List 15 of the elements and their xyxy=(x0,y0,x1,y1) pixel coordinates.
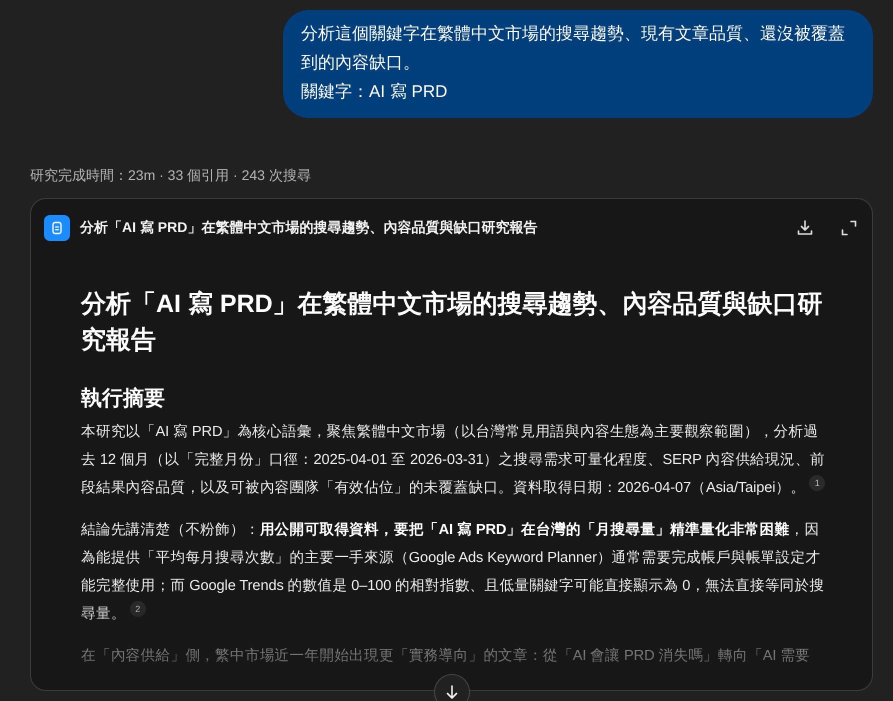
paragraph: 在「內容供給」側，繁中市場近一年開始出現更「實務導向」的文章：從「AI 會讓 PRD 消失嗎」轉向「AI 需要 xyxy=(81,646,812,666)
report-title: 分析「AI 寫 PRD」在繁體中文市場的搜尋趨勢、內容品質與缺口研究報告 xyxy=(80,219,538,237)
arrow-down-icon xyxy=(444,684,460,700)
section-heading: 執行摘要 xyxy=(81,386,166,412)
message-text: 關鍵字：AI 寫 PRD xyxy=(301,81,448,103)
message-text: 分析這個關鍵字在繁體中文市場的搜尋趨勢、現有文章品質、還沒被覆蓋到的內容缺口。 xyxy=(301,23,846,74)
paragraph: 結論先講清楚（不粉飾）：用公開可取得資料，要把「AI 寫 PRD」在台灣的「月搜尋量」精準量化非常困難，因為能提供「平均每月搜尋次數」的主要一手來源（Google Ads Keyword Planner）通常需要完成帳戶與帳單設定才能完整使用；而 Google Trends 的數值是 0–100 的相對指數、且低量關鍵字可能直接顯示為 0，無法直接等同於搜尋量。 $^{2}$ xyxy=(81,520,826,624)
paragraph: 本研究以「AI 寫 PRD」為核心語彙，聚焦繁體中文市場（以台灣常見用語與內容生態為主要觀察範圍），分析過去 12 個月（以「完整月份」口徑：2025-04-01 至 2026-03-31）之搜尋需求可量化程度、SERP 內容供給現況、前段結果內容品質，以及可被內容團隊「有效佔位」的未覆蓋缺口。資料取得日期：2026-04-07（Asia/Taipei）。 $^{1}$ xyxy=(81,422,826,498)
footnote-badge[interactable]: 1 xyxy=(809,475,826,492)
document-icon xyxy=(50,221,64,235)
document-heading: 分析「AI 寫 PRD」在繁體中文市場的搜尋趨勢、內容品質與缺口研究報告 xyxy=(81,289,824,356)
expand-icon xyxy=(840,219,858,237)
footnote-badge[interactable]: 2 xyxy=(130,601,146,618)
download-icon xyxy=(796,219,814,237)
research-meta: 研究完成時間：23m · 33 個引用 · 243 次搜尋 xyxy=(30,166,312,185)
